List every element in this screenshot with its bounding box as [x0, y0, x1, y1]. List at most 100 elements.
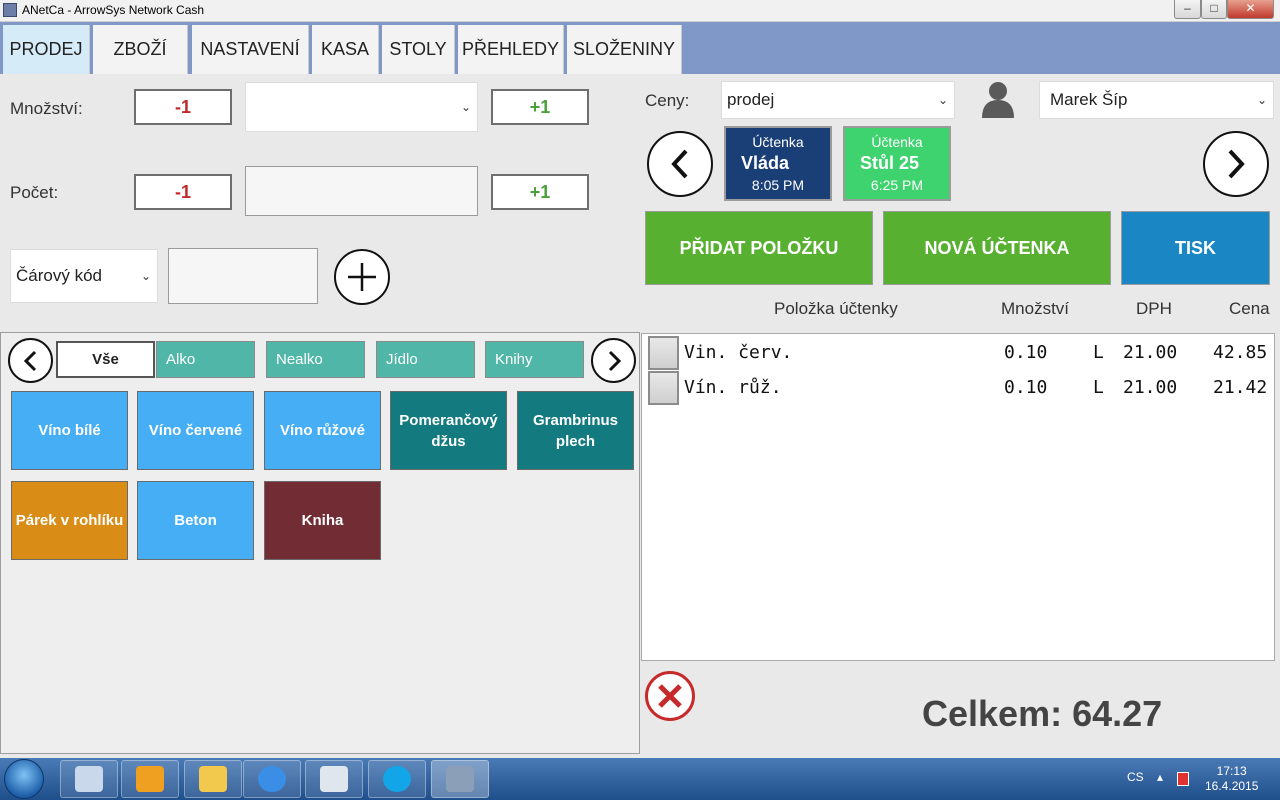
receipts-next-button[interactable]	[1203, 131, 1269, 197]
maximize-button[interactable]: □	[1201, 0, 1227, 19]
clock-time: 17:13	[1216, 764, 1247, 778]
user-icon	[982, 82, 1014, 118]
item-qty: 0.10	[1004, 342, 1048, 363]
count-field[interactable]	[245, 166, 478, 216]
add-item-button[interactable]: PŘIDAT POLOŽKU	[645, 211, 873, 285]
user-select[interactable]: Marek Šíp ⌄	[1039, 81, 1274, 119]
receipt-time: 8:05 PM	[751, 177, 805, 193]
category-nealko[interactable]: Nealko	[266, 341, 365, 378]
quantity-minus-button[interactable]: -1	[134, 89, 232, 125]
column-header-vat: DPH	[1136, 299, 1172, 318]
product-button[interactable]: Párek v rohlíku	[11, 481, 128, 560]
quantity-select[interactable]: ⌄	[245, 82, 478, 132]
taskbar-app-control-panel[interactable]	[60, 760, 118, 798]
product-button[interactable]: Kniha	[264, 481, 381, 560]
taskbar-app-calculator[interactable]	[305, 760, 363, 798]
outlook-icon	[136, 766, 164, 792]
minimize-button[interactable]: –	[1174, 0, 1201, 19]
product-button[interactable]: Víno bílé	[11, 391, 128, 470]
show-hidden-icons-icon[interactable]: ▴	[1157, 770, 1163, 784]
product-button[interactable]: Víno růžové	[264, 391, 381, 470]
item-qty: 0.10	[1004, 377, 1048, 398]
count-plus-button[interactable]: +1	[491, 174, 589, 210]
taskbar-app-skype[interactable]	[368, 760, 426, 798]
start-button[interactable]	[4, 759, 44, 799]
count-minus-button[interactable]: -1	[134, 174, 232, 210]
add-barcode-button[interactable]	[334, 249, 390, 305]
skype-icon	[383, 766, 411, 792]
calculator-icon	[320, 766, 348, 792]
categories-next-button[interactable]	[591, 338, 636, 383]
category-all[interactable]: Vše	[56, 341, 155, 378]
product-button[interactable]: Pomerančový džus	[390, 391, 507, 470]
product-button[interactable]: Víno červené	[137, 391, 254, 470]
taskbar-clock[interactable]: 17:13 16.4.2015	[1205, 764, 1258, 794]
delete-item-button[interactable]	[645, 671, 695, 721]
receipt-time: 6:25 PM	[870, 177, 924, 193]
tab-stoly[interactable]: STOLY	[382, 25, 455, 74]
price-list-value: prodej	[727, 90, 775, 109]
close-icon	[658, 684, 682, 708]
column-header-qty: Množství	[1001, 299, 1070, 318]
language-indicator[interactable]: CS	[1127, 770, 1144, 784]
receipt-name: Vláda	[741, 153, 790, 173]
price-list-select[interactable]: prodej ⌄	[721, 81, 955, 119]
quantity-plus-button[interactable]: +1	[491, 89, 589, 125]
window-title: ANetCa - ArrowSys Network Cash	[22, 3, 205, 17]
tab-slozeniny[interactable]: SLOŽENINY	[567, 25, 682, 74]
receipt-item-row[interactable]: Vin. červ. 0.10 L 21.00 42.85	[642, 336, 1274, 371]
internet-explorer-icon	[258, 766, 286, 792]
row-checkbox[interactable]	[648, 336, 679, 370]
user-value: Marek Šíp	[1050, 90, 1128, 109]
receipt-label: Účtenka	[871, 134, 923, 150]
receipt-card[interactable]: Účtenka Vláda 8:05 PM	[724, 126, 832, 201]
tab-kasa[interactable]: KASA	[312, 25, 379, 74]
chevron-down-icon: ⌄	[1256, 93, 1267, 107]
receipt-item-row[interactable]: Vín. růž. 0.10 L 21.00 21.42	[642, 371, 1274, 406]
taskbar-app-ie[interactable]	[243, 760, 301, 798]
app-icon	[3, 3, 17, 17]
item-unit: L	[1093, 377, 1104, 398]
tab-nastaveni[interactable]: NASTAVENÍ	[192, 25, 309, 74]
category-knihy[interactable]: Knihy	[485, 341, 584, 378]
chevron-down-icon: ⌄	[140, 269, 151, 283]
receipt-label: Účtenka	[752, 134, 804, 150]
plus-icon	[348, 263, 376, 291]
taskbar-app-outlook[interactable]	[121, 760, 179, 798]
category-alko[interactable]: Alko	[156, 341, 255, 378]
product-button[interactable]: Beton	[137, 481, 254, 560]
print-button[interactable]: TISK	[1121, 211, 1270, 285]
taskbar-app-explorer[interactable]	[184, 760, 242, 798]
main-tab-bar: PRODEJ ZBOŽÍ NASTAVENÍ KASA STOLY PŘEHLE…	[0, 22, 1280, 74]
receipt-total: Celkem: 64.27	[922, 693, 1163, 734]
row-checkbox[interactable]	[648, 371, 679, 405]
tab-prodej[interactable]: PRODEJ	[3, 25, 90, 74]
prices-label: Ceny:	[645, 91, 690, 110]
chevron-right-icon	[1228, 149, 1245, 179]
receipt-card[interactable]: Účtenka Stůl 25 6:25 PM	[843, 126, 951, 201]
chevron-down-icon: ⌄	[937, 93, 948, 107]
categories-prev-button[interactable]	[8, 338, 53, 383]
quantity-label: Množství:	[10, 99, 83, 118]
category-jidlo[interactable]: Jídlo	[376, 341, 475, 378]
barcode-type-value: Čárový kód	[16, 266, 102, 285]
receipt-items-list[interactable]: Vin. červ. 0.10 L 21.00 42.85 Vín. růž. …	[641, 333, 1275, 661]
tab-prehledy[interactable]: PŘEHLEDY	[458, 25, 564, 74]
item-unit: L	[1093, 342, 1104, 363]
control-panel-icon	[75, 766, 103, 792]
chevron-left-icon	[23, 350, 36, 371]
receipt-name: Stůl 25	[860, 153, 920, 173]
action-center-icon[interactable]	[1177, 772, 1189, 786]
new-receipt-button[interactable]: NOVÁ ÚČTENKA	[883, 211, 1111, 285]
title-bar: ANetCa - ArrowSys Network Cash – □ ✕	[0, 0, 1280, 22]
close-window-button[interactable]: ✕	[1227, 0, 1274, 19]
tab-zbozi[interactable]: ZBOŽÍ	[93, 25, 188, 74]
taskbar-app-anetca[interactable]	[431, 760, 489, 798]
barcode-input[interactable]	[168, 248, 318, 304]
item-vat: 21.00	[1123, 342, 1178, 363]
receipts-prev-button[interactable]	[647, 131, 713, 197]
product-button[interactable]: Grambrinus plech	[517, 391, 634, 470]
barcode-type-select[interactable]: Čárový kód ⌄	[10, 249, 158, 303]
anetca-icon	[446, 766, 474, 792]
item-vat: 21.00	[1123, 377, 1178, 398]
